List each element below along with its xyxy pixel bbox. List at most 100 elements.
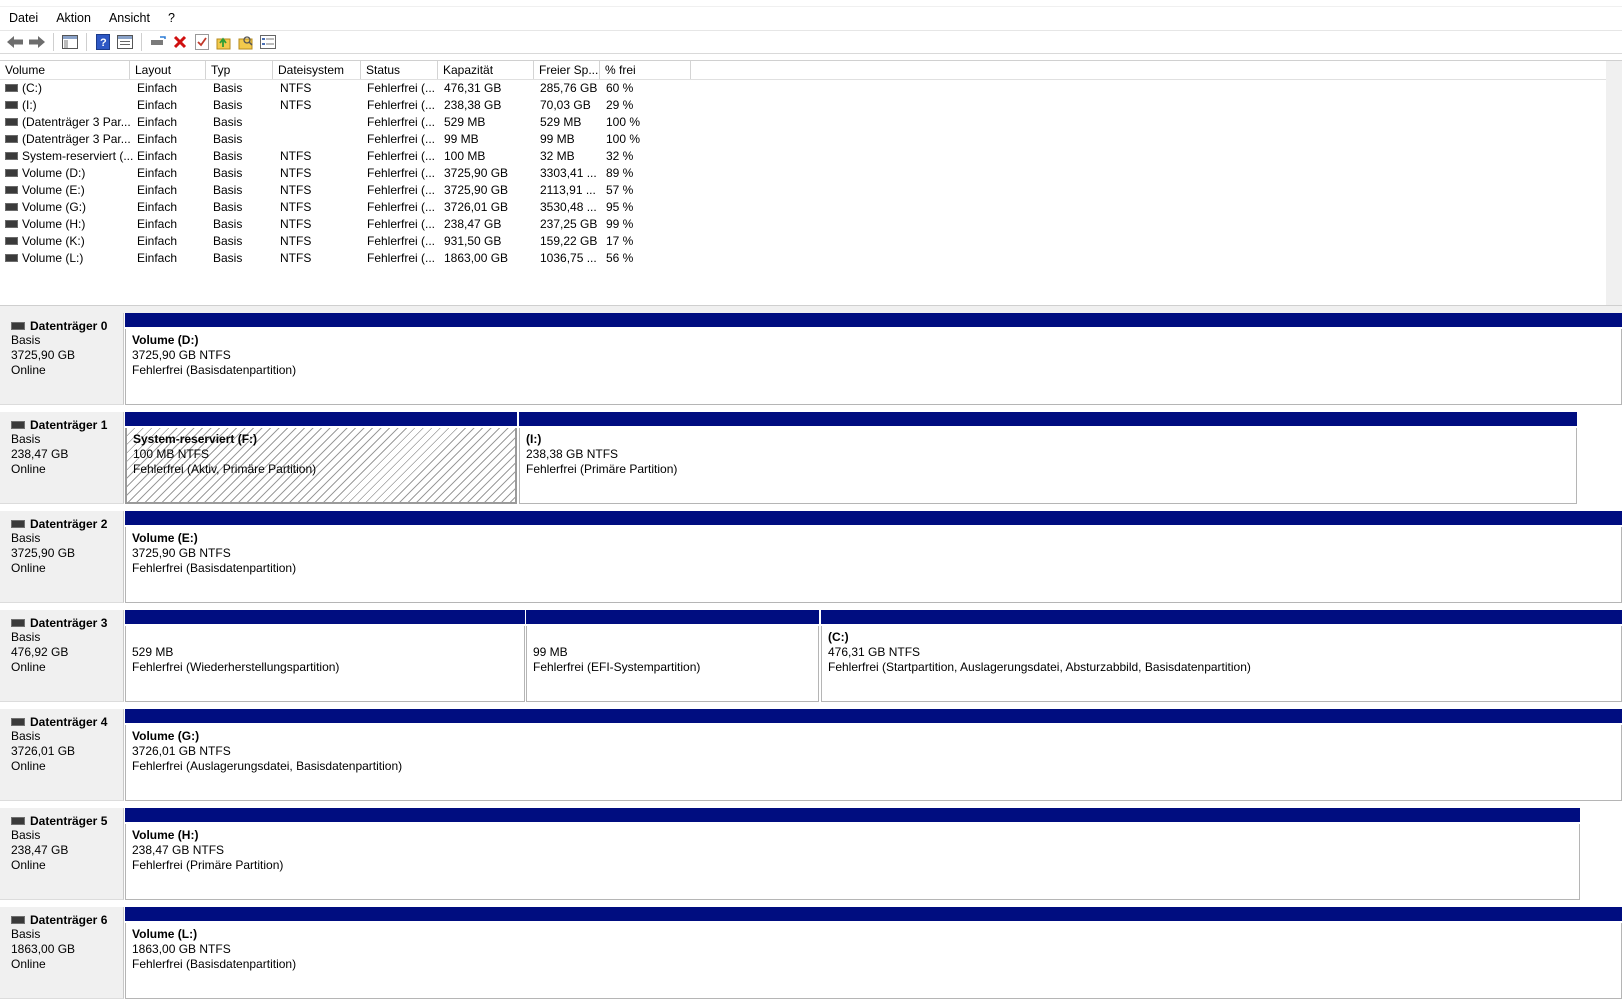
column-header-filesystem[interactable]: Dateisystem [273,61,361,79]
disk-row: Datenträger 1 Basis 238,47 GB Online System-… [0,412,1622,506]
help-icon[interactable]: ? [92,31,114,53]
cell-type: Basis [213,98,243,112]
cell-percent-free: 100 % [606,132,641,146]
cell-layout: Einfach [137,217,178,231]
partition-status: Fehlerfrei (Basisdatenpartition) [132,363,297,377]
cell-layout: Einfach [137,200,178,214]
partition[interactable]: Volume (E:) 3725,90 GB NTFS Fehlerfrei (Ba… [125,511,1622,603]
column-header-percent-free[interactable]: % frei [600,61,691,79]
partition-size: 1863,00 GB NTFS [132,942,231,956]
drive-icon [5,219,18,228]
menu-help[interactable]: ? [159,7,184,29]
table-row[interactable]: Volume (E:) Einfach Basis NTFS Fehlerfrei (.… [0,182,700,199]
disk-label[interactable]: Datenträger 5 Basis 238,47 GB Online [0,808,124,900]
column-header-status[interactable]: Status [361,61,438,79]
cell-capacity: 1863,00 GB [444,251,509,265]
table-row[interactable]: Volume (G:) Einfach Basis NTFS Fehlerfrei (.… [0,199,700,216]
partition-size: 99 MB [533,645,568,659]
partition[interactable]: Volume (G:) 3726,01 GB NTFS Fehlerfrei (Au… [125,709,1622,801]
cell-percent-free: 56 % [606,251,634,265]
back-arrow-icon[interactable] [4,31,26,53]
partition[interactable]: Volume (L:) 1863,00 GB NTFS Fehlerfrei (Ba… [125,907,1622,999]
partition[interactable]: Volume (D:) 3725,90 GB NTFS Fehlerfrei (Ba… [125,313,1622,405]
partition-body: Volume (H:) 238,47 GB NTFS Fehlerfrei (Pri… [125,824,1580,900]
connect-icon[interactable] [147,31,169,53]
check-icon[interactable] [191,31,213,53]
column-header-volume[interactable]: Volume [0,61,130,79]
cell-free-space: 1036,75 ... [540,251,597,265]
partition-bar [526,610,819,626]
volume-name: (I:) [22,98,37,112]
menu-datei[interactable]: Datei [0,7,47,29]
forward-arrow-icon[interactable] [26,31,48,53]
partition[interactable]: (I:) 238,38 GB NTFS Fehlerfrei (Primäre Pa… [519,412,1577,504]
partition-status: Fehlerfrei (Aktiv, Primäre Partition) [133,462,317,476]
cell-free-space: 285,76 GB [540,81,598,95]
table-row[interactable]: (Datenträger 3 Par... Einfach Basis Fehlerf… [0,131,700,148]
partition-status: Fehlerfrei (Primäre Partition) [526,462,678,476]
disk-label[interactable]: Datenträger 4 Basis 3726,01 GB Online [0,709,124,801]
volume-list-scrollbar[interactable] [1606,61,1622,306]
partition[interactable]: (C:) 476,31 GB NTFS Fehlerfrei (Startparti… [821,610,1622,702]
column-header-type[interactable]: Typ [206,61,273,79]
disk-label[interactable]: Datenträger 2 Basis 3725,90 GB Online [0,511,124,603]
console-tree-icon[interactable] [59,31,81,53]
column-header-layout[interactable]: Layout [130,61,206,79]
cell-volume: Volume (G:) [5,199,86,216]
cell-layout: Einfach [137,166,178,180]
partition-status: Fehlerfrei (EFI-Systempartition) [533,660,701,674]
partition-title: Volume (L:) [132,927,198,941]
disk-size: 3726,01 GB [11,744,76,758]
cell-percent-free: 29 % [606,98,634,112]
toolbar-separator [53,33,54,51]
disk-row: Datenträger 6 Basis 1863,00 GB Online Volume… [0,907,1622,1001]
cell-filesystem: NTFS [280,234,312,248]
menu-aktion[interactable]: Aktion [47,7,100,29]
folder-up-icon[interactable] [213,31,235,53]
partition[interactable]: System-reserviert (F:) 100 MB NTFS Fehlerf… [125,412,517,504]
cell-capacity: 99 MB [444,132,479,146]
cell-free-space: 529 MB [540,115,582,129]
partition-body: System-reserviert (F:) 100 MB NTFS Fehlerf… [125,428,517,504]
table-row[interactable]: System-reserviert (... Einfach Basis NTFS Fe… [0,148,700,165]
cell-filesystem: NTFS [280,200,312,214]
menu-ansicht[interactable]: Ansicht [100,7,159,29]
partition-title: (I:) [526,432,542,446]
cell-percent-free: 89 % [606,166,634,180]
disk-label[interactable]: Datenträger 0 Basis 3725,90 GB Online [0,313,124,405]
partition[interactable]: 99 MB Fehlerfrei (EFI-Systempartition) [526,610,819,702]
table-row[interactable]: Volume (L:) Einfach Basis NTFS Fehlerfrei (.… [0,250,700,267]
partition-bar [519,412,1577,428]
table-row[interactable]: (C:) Einfach Basis NTFS Fehlerfrei (... 476,3… [0,80,700,97]
delete-icon[interactable] [169,31,191,53]
cell-free-space: 99 MB [540,132,575,146]
partition-body: (I:) 238,38 GB NTFS Fehlerfrei (Primäre Pa… [519,428,1577,504]
table-row[interactable]: (I:) Einfach Basis NTFS Fehlerfrei (... 238,3… [0,97,700,114]
drive-icon [5,83,18,92]
partition[interactable]: 529 MB Fehlerfrei (Wiederherstellungspart… [125,610,525,702]
cell-percent-free: 17 % [606,234,634,248]
table-row[interactable]: Volume (D:) Einfach Basis NTFS Fehlerfrei (.… [0,165,700,182]
volume-list: Volume Layout Typ Dateisystem Status Kap… [0,60,1622,306]
table-row[interactable]: Volume (K:) Einfach Basis NTFS Fehlerfrei (.… [0,233,700,250]
disk-label[interactable]: Datenträger 3 Basis 476,92 GB Online [0,610,124,702]
cell-capacity: 3725,90 GB [444,166,509,180]
disk-name-text: Datenträger 1 [30,418,108,432]
table-row[interactable]: Volume (H:) Einfach Basis NTFS Fehlerfrei (.… [0,216,700,233]
properties-icon[interactable] [114,31,136,53]
column-header-capacity[interactable]: Kapazität [438,61,534,79]
partition[interactable]: Volume (H:) 238,47 GB NTFS Fehlerfrei (Pri… [125,808,1580,900]
list-view-icon[interactable] [257,31,279,53]
disk-label[interactable]: Datenträger 1 Basis 238,47 GB Online [0,412,124,504]
cell-status: Fehlerfrei (... [367,183,436,197]
table-row[interactable]: (Datenträger 3 Par... Einfach Basis Fehlerf… [0,114,700,131]
folder-search-icon[interactable] [235,31,257,53]
disk-label[interactable]: Datenträger 6 Basis 1863,00 GB Online [0,907,124,999]
partition-body: Volume (L:) 1863,00 GB NTFS Fehlerfrei (Ba… [125,923,1622,999]
cell-layout: Einfach [137,234,178,248]
drive-icon [5,236,18,245]
disk-state: Online [11,462,46,476]
column-header-free-space[interactable]: Freier Sp... [534,61,600,79]
partition-bar [125,313,1622,329]
cell-type: Basis [213,115,243,129]
